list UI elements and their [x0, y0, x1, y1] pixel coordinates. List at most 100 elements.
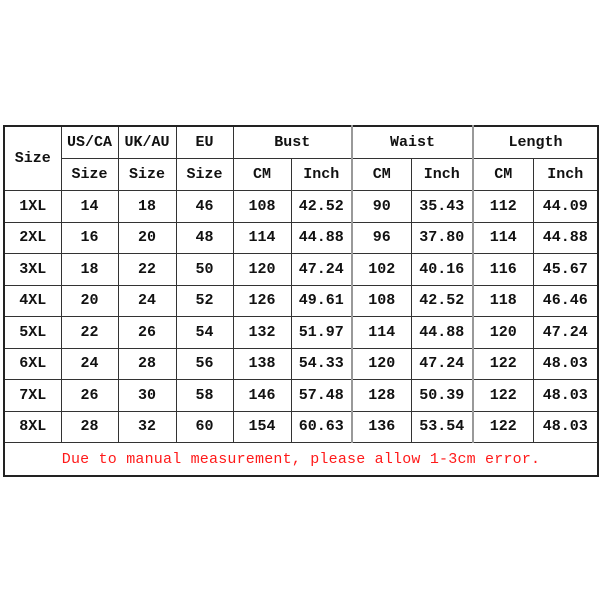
- table-cell: 47.24: [290, 253, 353, 286]
- table-cell: 14: [60, 190, 119, 223]
- table-cell: 42.52: [290, 190, 353, 223]
- table-cell: 37.80: [410, 221, 474, 254]
- table-cell: 45.67: [532, 253, 599, 286]
- table-body: 1XL 14 18 46 108 42.52 90 35.43 112 44.09 2XL 16 20 4…: [3, 190, 599, 443]
- subheader-cell: Inch: [410, 158, 474, 191]
- table-cell: 120: [351, 347, 412, 380]
- table-cell: 47.24: [410, 347, 474, 380]
- table-cell: 46.46: [532, 284, 599, 317]
- table-cell: 54: [175, 316, 234, 349]
- table-cell: 126: [232, 284, 292, 317]
- table-cell: 116: [472, 253, 534, 286]
- size-label-cell: 1XL: [3, 190, 62, 223]
- size-label-cell: 4XL: [3, 284, 62, 317]
- table-cell: 20: [117, 221, 177, 254]
- table-cell: 54.33: [290, 347, 353, 380]
- measurement-note: Due to manual measurement, please allow …: [3, 442, 599, 477]
- table-cell: 18: [60, 253, 119, 286]
- size-label-cell: 2XL: [3, 221, 62, 254]
- table-cell: 48: [175, 221, 234, 254]
- header-row-1: Size US/CA UK/AU EU Bust Waist Length: [3, 125, 599, 191]
- subheader-cell: Size: [117, 158, 177, 191]
- table-cell: 52: [175, 284, 234, 317]
- size-label-cell: 3XL: [3, 253, 62, 286]
- table-cell: 50.39: [410, 379, 474, 412]
- table-cell: 35.43: [410, 190, 474, 223]
- header-size: Size: [3, 125, 62, 191]
- table-cell: 44.88: [532, 221, 599, 254]
- table-cell: 56: [175, 347, 234, 380]
- table-row: 4XL 20 24 52 126 49.61 108 42.52 118 46.46: [3, 284, 599, 317]
- table-row: 6XL 24 28 56 138 54.33 120 47.24 122 48.03: [3, 347, 599, 380]
- table-cell: 26: [117, 316, 177, 349]
- table-cell: 22: [60, 316, 119, 349]
- table-cell: 114: [351, 316, 412, 349]
- table-cell: 32: [117, 410, 177, 443]
- subheader-cell: CM: [232, 158, 292, 191]
- table-cell: 108: [232, 190, 292, 223]
- table-cell: 28: [60, 410, 119, 443]
- size-label-cell: 6XL: [3, 347, 62, 380]
- subheader-cell: CM: [351, 158, 412, 191]
- table-cell: 53.54: [410, 410, 474, 443]
- table-cell: 60: [175, 410, 234, 443]
- table-cell: 49.61: [290, 284, 353, 317]
- table-cell: 58: [175, 379, 234, 412]
- header-uk-au: UK/AU: [117, 125, 177, 159]
- table-cell: 154: [232, 410, 292, 443]
- table-cell: 128: [351, 379, 412, 412]
- table-cell: 18: [117, 190, 177, 223]
- subheader-cell: Size: [175, 158, 234, 191]
- table-cell: 60.63: [290, 410, 353, 443]
- table-cell: 108: [351, 284, 412, 317]
- table-cell: 22: [117, 253, 177, 286]
- table-row: 1XL 14 18 46 108 42.52 90 35.43 112 44.09: [3, 190, 599, 223]
- table-cell: 16: [60, 221, 119, 254]
- table-cell: 96: [351, 221, 412, 254]
- table-row: 8XL 28 32 60 154 60.63 136 53.54 122 48.03: [3, 410, 599, 443]
- table-row: 2XL 16 20 48 114 44.88 96 37.80 114 44.88: [3, 221, 599, 254]
- table-cell: 122: [472, 347, 534, 380]
- table-cell: 114: [472, 221, 534, 254]
- note-row: Due to manual measurement, please allow …: [3, 442, 599, 477]
- table-cell: 114: [232, 221, 292, 254]
- table-cell: 40.16: [410, 253, 474, 286]
- table-cell: 42.52: [410, 284, 474, 317]
- subheader-cell: CM: [472, 158, 534, 191]
- table-cell: 122: [472, 410, 534, 443]
- table-cell: 120: [472, 316, 534, 349]
- subheader-cell: Inch: [532, 158, 599, 191]
- subheader-cell: Inch: [290, 158, 353, 191]
- size-label-cell: 5XL: [3, 316, 62, 349]
- size-label-cell: 7XL: [3, 379, 62, 412]
- table-row: 3XL 18 22 50 120 47.24 102 40.16 116 45.67: [3, 253, 599, 286]
- table-cell: 112: [472, 190, 534, 223]
- table-cell: 48.03: [532, 410, 599, 443]
- table-cell: 46: [175, 190, 234, 223]
- table-cell: 57.48: [290, 379, 353, 412]
- table-cell: 122: [472, 379, 534, 412]
- table-cell: 30: [117, 379, 177, 412]
- table-cell: 26: [60, 379, 119, 412]
- table-cell: 24: [117, 284, 177, 317]
- size-label-cell: 8XL: [3, 410, 62, 443]
- table-cell: 138: [232, 347, 292, 380]
- table-cell: 20: [60, 284, 119, 317]
- table-cell: 50: [175, 253, 234, 286]
- size-chart-table: Size US/CA UK/AU EU Bust Waist Length Si…: [3, 125, 600, 477]
- header-row-2: Size Size Size CM Inch CM Inch CM Inch: [4, 158, 599, 191]
- table-cell: 132: [232, 316, 292, 349]
- table-cell: 118: [472, 284, 534, 317]
- table-row: 5XL 22 26 54 132 51.97 114 44.88 120 47.24: [3, 316, 599, 349]
- table-cell: 24: [60, 347, 119, 380]
- table-cell: 28: [117, 347, 177, 380]
- table-cell: 44.09: [532, 190, 599, 223]
- table-cell: 120: [232, 253, 292, 286]
- header-bust: Bust: [232, 125, 353, 159]
- table-cell: 44.88: [290, 221, 353, 254]
- table-cell: 51.97: [290, 316, 353, 349]
- table-cell: 102: [351, 253, 412, 286]
- table-row: 7XL 26 30 58 146 57.48 128 50.39 122 48.03: [3, 379, 599, 412]
- table-cell: 47.24: [532, 316, 599, 349]
- subheader-cell: Size: [60, 158, 119, 191]
